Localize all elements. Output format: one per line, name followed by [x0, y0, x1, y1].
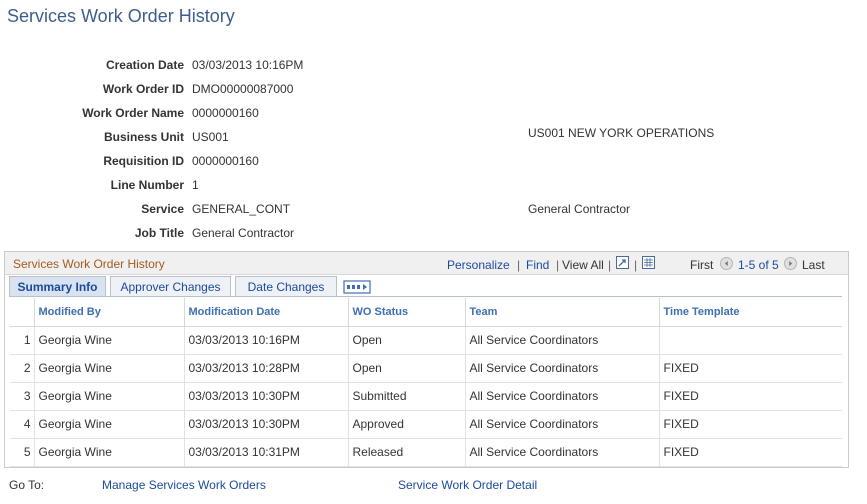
find-link[interactable]: Find	[526, 258, 549, 272]
manage-services-work-orders-link[interactable]: Manage Services Work Orders	[102, 478, 266, 492]
view-all-link[interactable]: View All	[562, 258, 604, 272]
cell-team: All Service Coordinators	[464, 410, 659, 439]
field-label-requisition-id: Requisition ID	[103, 154, 184, 168]
field-label-work-order-id: Work Order ID	[102, 82, 184, 96]
cell-modification-date: 03/03/2013 10:31PM	[183, 438, 348, 467]
grid-header-bar: Services Work Order History Personalize …	[5, 252, 848, 275]
next-arrow-icon[interactable]	[784, 257, 797, 270]
cell-wo-status: Released	[347, 438, 465, 467]
field-label-work-order-name: Work Order Name	[82, 106, 184, 120]
field-value-service: GENERAL_CONT	[192, 202, 291, 216]
row-number: 3	[10, 382, 34, 411]
tab-strip-divider	[9, 296, 842, 297]
cell-time-template: FIXED	[658, 438, 842, 467]
zoom-icon[interactable]	[616, 256, 629, 269]
cell-modification-date: 03/03/2013 10:30PM	[183, 382, 348, 411]
field-value-business-unit: US001	[192, 130, 229, 144]
show-all-columns-icon[interactable]	[343, 280, 371, 294]
grid-title: Services Work Order History	[13, 257, 165, 271]
tab-date-changes[interactable]: Date Changes	[235, 276, 337, 297]
column-header-modification-date[interactable]: Modification Date	[183, 298, 348, 327]
column-header-time-template[interactable]: Time Template	[658, 298, 842, 327]
table-row: 5 Georgia Wine 03/03/2013 10:31PM Releas…	[10, 438, 842, 467]
tab-summary-info[interactable]: Summary Info	[9, 276, 106, 297]
column-header-modified-by[interactable]: Modified By	[33, 298, 184, 327]
service-description: General Contractor	[528, 202, 631, 216]
nav-separator: |	[608, 258, 612, 272]
cell-time-template	[658, 326, 842, 355]
nav-separator: |	[556, 258, 560, 272]
prev-arrow-icon[interactable]	[720, 257, 733, 270]
tab-approver-changes[interactable]: Approver Changes	[110, 276, 231, 297]
page-title: Services Work Order History	[7, 6, 235, 26]
table-row: 3 Georgia Wine 03/03/2013 10:30PM Submit…	[10, 382, 842, 411]
service-work-order-detail-link[interactable]: Service Work Order Detail	[398, 478, 537, 492]
cell-wo-status: Submitted	[347, 382, 465, 411]
table-header-row: Modified By Modification Date WO Status …	[10, 298, 842, 327]
row-number: 2	[10, 354, 34, 383]
download-icon[interactable]	[642, 256, 655, 269]
cell-team: All Service Coordinators	[464, 438, 659, 467]
personalize-link[interactable]: Personalize	[447, 258, 510, 272]
cell-modified-by: Georgia Wine	[33, 438, 184, 467]
field-label-creation-date: Creation Date	[105, 58, 184, 72]
cell-time-template: FIXED	[658, 354, 842, 383]
cell-modified-by: Georgia Wine	[33, 410, 184, 439]
cell-time-template: FIXED	[658, 382, 842, 411]
table-row: 1 Georgia Wine 03/03/2013 10:16PM Open A…	[10, 326, 842, 355]
column-header-team[interactable]: Team	[464, 298, 659, 327]
field-value-job-title: General Contractor	[192, 226, 295, 240]
cell-modified-by: Georgia Wine	[33, 382, 184, 411]
cell-team: All Service Coordinators	[464, 326, 659, 355]
nav-separator: |	[517, 258, 521, 272]
field-label-business-unit: Business Unit	[103, 130, 184, 144]
field-value-requisition-id: 0000000160	[192, 154, 259, 168]
cell-team: All Service Coordinators	[464, 354, 659, 383]
cell-wo-status: Open	[347, 354, 465, 383]
cell-time-template: FIXED	[658, 410, 842, 439]
row-number-header	[10, 298, 34, 327]
cell-modification-date: 03/03/2013 10:30PM	[183, 410, 348, 439]
business-unit-description: US001 NEW YORK OPERATIONS	[528, 126, 715, 140]
nav-separator: |	[634, 258, 638, 272]
row-number: 1	[10, 326, 34, 355]
row-number: 4	[10, 410, 34, 439]
row-number: 5	[10, 438, 34, 467]
cell-modified-by: Georgia Wine	[33, 354, 184, 383]
table-row: 2 Georgia Wine 03/03/2013 10:28PM Open A…	[10, 354, 842, 383]
field-value-work-order-id: DMO00000087000	[192, 82, 294, 96]
last-link[interactable]: Last	[802, 258, 825, 272]
goto-label: Go To:	[9, 478, 45, 492]
field-value-line-number: 1	[192, 178, 199, 192]
cell-modification-date: 03/03/2013 10:16PM	[183, 326, 348, 355]
cell-modification-date: 03/03/2013 10:28PM	[183, 354, 348, 383]
table-row: 4 Georgia Wine 03/03/2013 10:30PM Approv…	[10, 410, 842, 439]
cell-wo-status: Open	[347, 326, 465, 355]
cell-wo-status: Approved	[347, 410, 465, 439]
field-value-creation-date: 03/03/2013 10:16PM	[192, 58, 304, 72]
cell-modified-by: Georgia Wine	[33, 326, 184, 355]
field-label-service: Service	[141, 202, 184, 216]
field-value-work-order-name: 0000000160	[192, 106, 259, 120]
field-label-line-number: Line Number	[110, 178, 184, 192]
field-label-job-title: Job Title	[134, 226, 184, 240]
history-table: Modified By Modification Date WO Status …	[10, 298, 842, 467]
row-range: 1-5 of 5	[738, 258, 779, 272]
first-link[interactable]: First	[690, 258, 713, 272]
column-header-wo-status[interactable]: WO Status	[347, 298, 465, 327]
cell-team: All Service Coordinators	[464, 382, 659, 411]
